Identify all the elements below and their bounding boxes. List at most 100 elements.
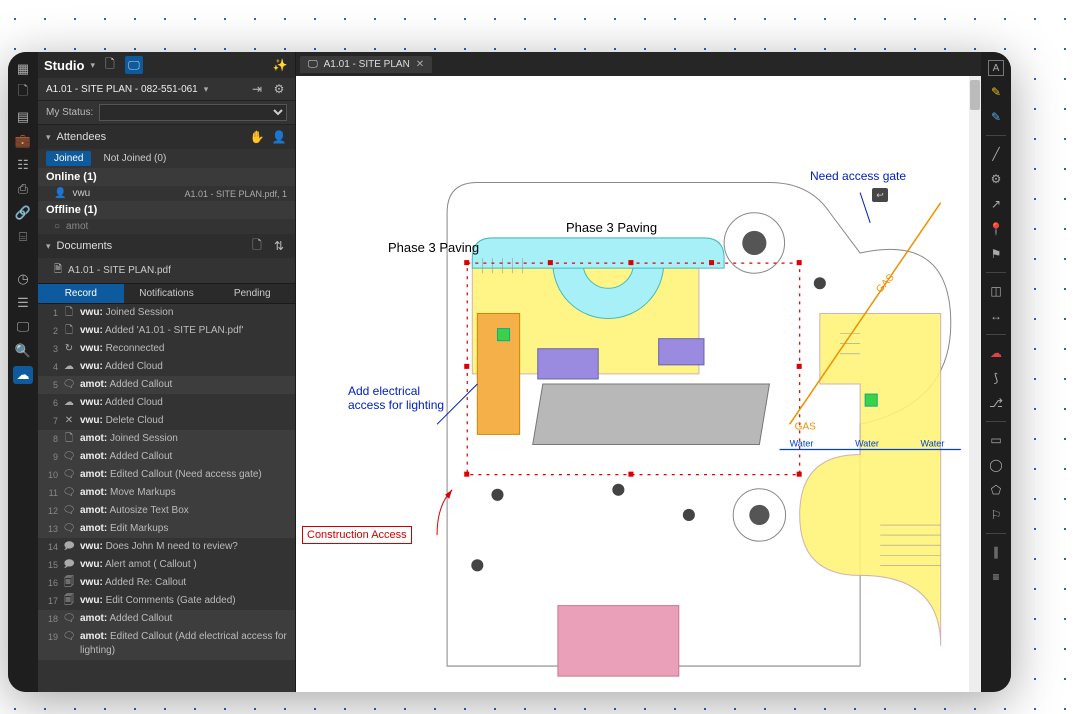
record-number: 16: [44, 576, 58, 590]
record-row[interactable]: 6☁vwu: Added Cloud: [38, 394, 295, 412]
page-icon[interactable]: 🗋: [13, 84, 33, 102]
record-author: vwu:: [80, 361, 103, 372]
link-icon[interactable]: 🔗: [13, 204, 33, 222]
record-row[interactable]: 17🗐vwu: Edit Comments (Gate added): [38, 592, 295, 610]
add-user-icon[interactable]: 👤: [271, 129, 287, 145]
leave-icon[interactable]: ⇥: [249, 81, 265, 97]
record-author: vwu:: [80, 307, 103, 318]
record-row[interactable]: 9🗨amot: Added Callout: [38, 448, 295, 466]
measure-icon[interactable]: ↔: [986, 307, 1006, 325]
gas-label: GAS: [874, 272, 897, 295]
callout-need-gate[interactable]: Need access gate: [810, 169, 906, 183]
water-label: Water: [921, 438, 945, 448]
record-number: 2: [44, 324, 58, 338]
record-row[interactable]: 13🗨amot: Edit Markups: [38, 520, 295, 538]
curve-icon[interactable]: ⟆: [986, 369, 1006, 387]
document-row[interactable]: 🗎 A1.01 - SITE PLAN.pdf: [38, 258, 295, 283]
record-row[interactable]: 2🗋vwu: Added 'A1.01 - SITE PLAN.pdf': [38, 322, 295, 340]
record-type-icon: ☁: [62, 396, 76, 410]
drawer-icon[interactable]: ⌸: [13, 228, 33, 246]
document-tab[interactable]: 🖵 A1.01 - SITE PLAN ✕: [300, 56, 432, 73]
chevron-down-icon: ▾: [46, 241, 51, 252]
flag-icon[interactable]: ⚐: [986, 506, 1006, 524]
callout-electrical[interactable]: Add electrical access for lighting: [348, 384, 448, 412]
settings-icon[interactable]: ⚙: [271, 81, 287, 97]
status-select[interactable]: [99, 104, 287, 121]
record-author: amot:: [80, 469, 107, 480]
stack-icon[interactable]: ☰: [13, 294, 33, 312]
tab-not-joined[interactable]: Not Joined (0): [95, 151, 174, 166]
record-message: Added Callout: [109, 613, 172, 624]
attendee-row[interactable]: 👤 vwu A1.01 - SITE PLAN.pdf, 1: [38, 186, 295, 201]
record-row[interactable]: 12🗨amot: Autosize Text Box: [38, 502, 295, 520]
bookmark-icon[interactable]: ▤: [13, 108, 33, 126]
add-doc-icon[interactable]: 🗋: [249, 238, 265, 254]
grid-icon[interactable]: ▦: [13, 60, 33, 78]
app-window: ▦ 🗋 ▤ 💼 ☷ ⎙ 🔗 ⌸ ◷ ☰ 🖵 🔍 ☁ Studio ▾ 🗋 🖵 ✨…: [8, 52, 1011, 692]
vertical-scrollbar[interactable]: [969, 76, 981, 692]
tab-pending[interactable]: Pending: [209, 284, 295, 303]
ellipse-icon[interactable]: ◯: [986, 456, 1006, 474]
rect-icon[interactable]: ▭: [986, 431, 1006, 449]
record-number: 4: [44, 360, 58, 374]
cloud-icon[interactable]: ☁: [986, 344, 1006, 362]
studio-icon[interactable]: ☁: [13, 366, 33, 384]
record-row[interactable]: 5🗨amot: Added Callout: [38, 376, 295, 394]
text-tool-icon[interactable]: A: [988, 60, 1004, 76]
highlighter-icon[interactable]: ✎: [986, 108, 1006, 126]
polyline-icon[interactable]: ⎇: [986, 394, 1006, 412]
doc-mode-icon[interactable]: 🗋: [101, 56, 119, 74]
record-row[interactable]: 19🗨amot: Edited Callout (Add electrical …: [38, 628, 295, 660]
tab-joined[interactable]: Joined: [46, 151, 91, 166]
record-message: Delete Cloud: [106, 415, 164, 426]
record-row[interactable]: 16🗐vwu: Added Re: Callout: [38, 574, 295, 592]
record-row[interactable]: 7✕vwu: Delete Cloud: [38, 412, 295, 430]
document-name: A1.01 - SITE PLAN.pdf: [68, 265, 171, 276]
tab-record[interactable]: Record: [38, 284, 124, 303]
sort-icon[interactable]: ⇅: [271, 238, 287, 254]
chevron-down-icon[interactable]: ▾: [204, 84, 209, 95]
crop-icon[interactable]: ◫: [986, 282, 1006, 300]
pen-tool-icon[interactable]: ✎: [986, 83, 1006, 101]
hand-icon[interactable]: ✋: [249, 129, 265, 145]
pin-icon[interactable]: 📍: [986, 220, 1006, 238]
search-icon[interactable]: 🔍: [13, 342, 33, 360]
tag-icon[interactable]: ⚑: [986, 245, 1006, 263]
polygon-icon[interactable]: ⬠: [986, 481, 1006, 499]
wand-icon[interactable]: ✨: [271, 56, 289, 74]
documents-header[interactable]: ▾ Documents 🗋 ⇅: [38, 234, 295, 258]
screen-icon[interactable]: 🖵: [13, 318, 33, 336]
record-row[interactable]: 3↻vwu: Reconnected: [38, 340, 295, 358]
water-label: Water: [855, 438, 879, 448]
record-row[interactable]: 18🗨amot: Added Callout: [38, 610, 295, 628]
record-row[interactable]: 14🗩vwu: Does John M need to review?: [38, 538, 295, 556]
equals-icon[interactable]: ≡: [986, 568, 1006, 586]
record-type-icon: 🗩: [62, 540, 76, 554]
parallel-icon[interactable]: ∥: [986, 543, 1006, 561]
session-mode-icon[interactable]: 🖵: [125, 56, 143, 74]
stamp-icon[interactable]: ⎙: [13, 180, 33, 198]
record-row[interactable]: 10🗨amot: Edited Callout (Need access gat…: [38, 466, 295, 484]
chevron-down-icon[interactable]: ▾: [90, 60, 95, 71]
close-icon[interactable]: ✕: [416, 59, 424, 70]
attendee-row[interactable]: ○ amot: [38, 219, 295, 234]
document-canvas[interactable]: GAS GAS Water Water Water Need access ga…: [296, 76, 981, 692]
tab-notifications[interactable]: Notifications: [124, 284, 210, 303]
attendees-header[interactable]: ▾ Attendees ✋ 👤: [38, 125, 295, 149]
callout-construction[interactable]: Construction Access: [302, 526, 412, 544]
record-row[interactable]: 8🗋amot: Joined Session: [38, 430, 295, 448]
layers-icon[interactable]: ☷: [13, 156, 33, 174]
record-row[interactable]: 4☁vwu: Added Cloud: [38, 358, 295, 376]
panel-title: Studio: [44, 58, 84, 73]
arrow-icon[interactable]: ↗: [986, 195, 1006, 213]
label-phase3-left: Phase 3 Paving: [388, 240, 479, 255]
record-row[interactable]: 15🗩vwu: Alert amot ( Callout ): [38, 556, 295, 574]
record-message: Edited Callout (Need access gate): [110, 469, 262, 480]
record-row[interactable]: 1🗋vwu: Joined Session: [38, 304, 295, 322]
callout-icon[interactable]: ↩: [872, 188, 888, 202]
line-tool-icon[interactable]: ╱: [986, 145, 1006, 163]
briefcase-icon[interactable]: 💼: [13, 132, 33, 150]
gear-icon[interactable]: ⚙: [986, 170, 1006, 188]
clock-icon[interactable]: ◷: [13, 270, 33, 288]
record-row[interactable]: 11🗨amot: Move Markups: [38, 484, 295, 502]
